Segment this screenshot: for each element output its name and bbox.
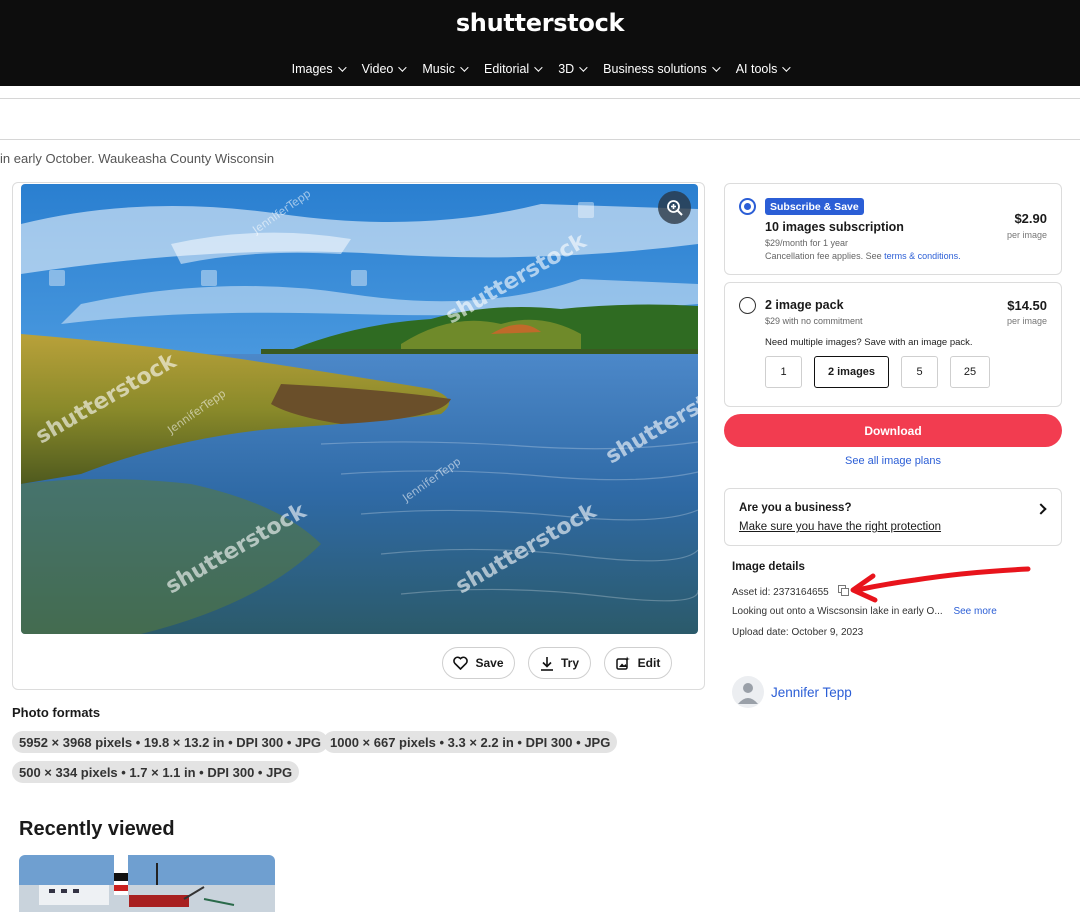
subscription-price: $2.90 bbox=[1014, 211, 1047, 226]
zoom-in-icon bbox=[666, 199, 683, 216]
nav-music[interactable]: Music bbox=[413, 62, 475, 76]
nav-label: Video bbox=[361, 62, 394, 76]
chevron-right-icon bbox=[1035, 503, 1047, 515]
edit-image-icon bbox=[615, 656, 630, 670]
image-pack-radio[interactable] bbox=[739, 297, 756, 314]
page-title: in early October. Waukeasha County Wisco… bbox=[0, 151, 275, 166]
recently-viewed-heading: Recently viewed bbox=[19, 818, 175, 840]
per-image-label: per image bbox=[1006, 230, 1047, 240]
chevron-down-icon bbox=[579, 63, 588, 72]
download-icon bbox=[540, 656, 553, 671]
subscribe-save-badge: Subscribe & Save bbox=[765, 198, 864, 215]
subscription-price-terms: $29/month for 1 year bbox=[765, 238, 849, 248]
save-button[interactable]: Save bbox=[442, 647, 515, 679]
cancellation-text: Cancellation fee applies. See bbox=[765, 251, 885, 261]
nav-3d[interactable]: 3D bbox=[549, 62, 594, 76]
quantity-option-25[interactable]: 25 bbox=[950, 356, 990, 388]
nav-label: Music bbox=[422, 62, 456, 76]
image-pack-title: 2 image pack bbox=[765, 298, 844, 312]
ship-thumbnail-illustration bbox=[19, 855, 275, 912]
download-button[interactable]: Download bbox=[724, 414, 1062, 447]
image-pack-price: $14.50 bbox=[1007, 298, 1047, 313]
business-protection-link[interactable]: Make sure you have the right protection bbox=[739, 521, 941, 533]
zoom-button[interactable] bbox=[658, 191, 691, 224]
business-protection-card[interactable]: Are you a business? Make sure you have t… bbox=[724, 488, 1062, 546]
cancellation-note: Cancellation fee applies. See terms & co… bbox=[765, 251, 961, 261]
avatar bbox=[732, 676, 764, 708]
format-chip[interactable]: 500 × 334 pixels • 1.7 × 1.1 in • DPI 30… bbox=[12, 761, 300, 783]
nav-label: Business solutions bbox=[603, 62, 707, 76]
lake-photo-illustration: shutterstock shutterstock shutterstock s… bbox=[21, 184, 698, 634]
nav-business-solutions[interactable]: Business solutions bbox=[594, 62, 727, 76]
nav-label: Images bbox=[291, 62, 333, 76]
nav-video[interactable]: Video bbox=[353, 62, 414, 76]
image-pack-card[interactable]: 2 image pack $29 with no commitment $14.… bbox=[724, 282, 1062, 407]
try-label: Try bbox=[560, 656, 579, 670]
see-more-link[interactable]: See more bbox=[953, 606, 996, 617]
site-header: shutterstock Images Video Music Editoria… bbox=[0, 0, 1080, 86]
main-nav: Images Video Music Editorial 3D Business… bbox=[0, 62, 1080, 76]
user-icon bbox=[738, 683, 758, 704]
chevron-down-icon bbox=[782, 63, 792, 72]
per-image-label: per image bbox=[1006, 316, 1047, 326]
chevron-down-icon bbox=[398, 63, 408, 72]
nav-label: AI tools bbox=[735, 62, 778, 76]
see-all-plans-link[interactable]: See all image plans bbox=[724, 455, 1062, 467]
shutterstock-logo[interactable]: shutterstock bbox=[0, 9, 1080, 37]
asset-id: Asset id: 2373164655 bbox=[732, 587, 829, 598]
author-row[interactable]: Jennifer Tepp bbox=[732, 676, 852, 708]
nav-ai-tools[interactable]: AI tools bbox=[727, 62, 798, 76]
edit-button[interactable]: Edit bbox=[604, 647, 672, 679]
business-question: Are you a business? bbox=[739, 502, 852, 514]
chevron-down-icon bbox=[534, 63, 543, 72]
edit-label: Edit bbox=[637, 656, 661, 670]
quantity-option-1[interactable]: 1 bbox=[765, 356, 802, 388]
format-chip[interactable]: 1000 × 667 pixels • 3.3 × 2.2 in • DPI 3… bbox=[323, 731, 618, 753]
image-description: Looking out onto a Wiscsonsin lake in ea… bbox=[732, 606, 943, 617]
description-row: Looking out onto a Wiscsonsin lake in ea… bbox=[732, 606, 997, 617]
image-pack-terms: $29 with no commitment bbox=[765, 316, 863, 326]
save-label: Save bbox=[475, 656, 504, 670]
image-preview-card: shutterstock shutterstock shutterstock s… bbox=[12, 182, 705, 690]
asset-id-row: Asset id: 2373164655 bbox=[732, 585, 849, 598]
red-arrow-annotation bbox=[850, 566, 1031, 603]
preview-photo[interactable]: shutterstock shutterstock shutterstock s… bbox=[21, 184, 698, 634]
image-details-heading: Image details bbox=[732, 561, 805, 573]
upload-date: Upload date: October 9, 2023 bbox=[732, 627, 864, 638]
author-name-link[interactable]: Jennifer Tepp bbox=[771, 685, 852, 700]
subscription-radio[interactable] bbox=[739, 198, 756, 215]
nav-images[interactable]: Images bbox=[283, 62, 353, 76]
quantity-option-2[interactable]: 2 images bbox=[814, 356, 889, 388]
chevron-down-icon bbox=[460, 63, 469, 72]
nav-label: Editorial bbox=[484, 62, 530, 76]
try-button[interactable]: Try bbox=[528, 647, 591, 679]
nav-editorial[interactable]: Editorial bbox=[475, 62, 549, 76]
terms-link[interactable]: terms & conditions. bbox=[884, 251, 961, 261]
subscription-plan-card[interactable]: Subscribe & Save 10 images subscription … bbox=[724, 183, 1062, 275]
format-chip[interactable]: 5952 × 3968 pixels • 19.8 × 13.2 in • DP… bbox=[12, 731, 329, 753]
recent-thumbnail[interactable] bbox=[19, 855, 275, 912]
nav-label: 3D bbox=[558, 62, 575, 76]
chevron-down-icon bbox=[711, 63, 721, 72]
photo-formats-label: Photo formats bbox=[12, 705, 101, 720]
divider bbox=[0, 98, 1080, 99]
divider bbox=[0, 139, 1080, 140]
chevron-down-icon bbox=[337, 63, 347, 72]
quantity-option-5[interactable]: 5 bbox=[901, 356, 938, 388]
subscription-title: 10 images subscription bbox=[765, 220, 904, 234]
heart-icon bbox=[453, 656, 469, 670]
image-pack-prompt: Need multiple images? Save with an image… bbox=[765, 337, 973, 348]
